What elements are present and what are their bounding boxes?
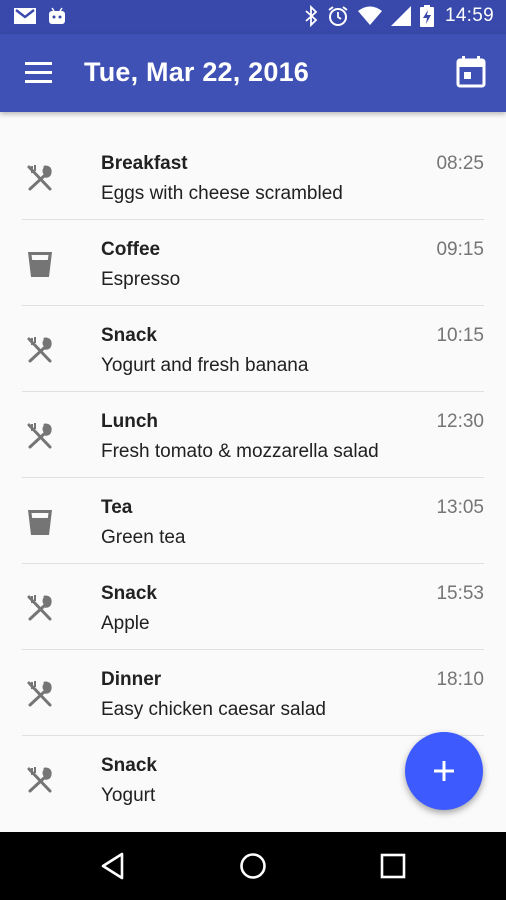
entry-description: Apple: [101, 613, 150, 634]
entry-description: Yogurt: [101, 785, 156, 806]
list-item[interactable]: Lunch Fresh tomato & mozzarella salad 12:3…: [0, 392, 506, 478]
entry-time: 15:53: [436, 583, 484, 604]
cutlery-icon: [24, 420, 56, 452]
entry-name: Lunch: [101, 411, 158, 432]
entry-description: Green tea: [101, 527, 186, 548]
menu-icon: [25, 62, 52, 83]
back-button[interactable]: [98, 850, 130, 882]
signal-icon: [390, 6, 411, 26]
cutlery-icon: [24, 592, 56, 624]
cup-icon: [24, 248, 56, 280]
entry-name: Snack: [101, 325, 157, 346]
calendar-button[interactable]: [456, 56, 486, 88]
cutlery-icon: [24, 334, 56, 366]
alarm-icon: [328, 6, 348, 26]
entry-time: 10:15: [436, 325, 484, 346]
entry-time: 09:15: [436, 239, 484, 260]
home-icon: [240, 853, 266, 879]
list-item[interactable]: Dinner Easy chicken caesar salad 18:10: [0, 650, 506, 736]
battery-charging-icon: [419, 5, 434, 27]
home-button[interactable]: [237, 850, 269, 882]
entry-description: Yogurt and fresh banana: [101, 355, 309, 376]
menu-button[interactable]: [24, 59, 54, 87]
status-bar: 14:59: [0, 0, 506, 34]
entry-description: Fresh tomato & mozzarella salad: [101, 441, 379, 462]
page-title: Tue, Mar 22, 2016: [84, 57, 310, 87]
list-item[interactable]: Snack Apple 15:53: [0, 564, 506, 650]
cutlery-icon: [24, 678, 56, 710]
entry-time: 08:25: [436, 153, 484, 174]
entry-name: Breakfast: [101, 153, 188, 174]
entry-name: Snack: [101, 583, 157, 604]
wifi-icon: [357, 6, 382, 25]
entry-description: Easy chicken caesar salad: [101, 699, 326, 720]
entry-name: Tea: [101, 497, 133, 518]
bluetooth-icon: [305, 5, 318, 27]
cutlery-icon: [24, 764, 56, 796]
list-item[interactable]: Coffee Espresso 09:15: [0, 220, 506, 306]
navigation-bar: [0, 832, 506, 900]
recents-button[interactable]: [377, 850, 409, 882]
list-item[interactable]: Snack Yogurt and fresh banana 10:15: [0, 306, 506, 392]
android-icon: [49, 7, 65, 24]
add-entry-button[interactable]: [405, 732, 483, 810]
cup-icon: [24, 506, 56, 538]
cutlery-icon: [24, 162, 56, 194]
status-time: 14:59: [444, 5, 494, 26]
list-item[interactable]: Tea Green tea 13:05: [0, 478, 506, 564]
entry-name: Snack: [101, 755, 157, 776]
entry-name: Dinner: [101, 669, 162, 690]
back-icon: [101, 852, 124, 880]
calendar-icon: [456, 56, 486, 88]
entry-time: 18:10: [436, 669, 484, 690]
recents-icon: [380, 853, 406, 879]
entry-list: Breakfast Eggs with cheese scrambled 08:25…: [0, 134, 506, 822]
entry-time: 12:30: [436, 411, 484, 432]
entry-description: Eggs with cheese scrambled: [101, 183, 343, 204]
list-item[interactable]: Breakfast Eggs with cheese scrambled 08:25: [0, 134, 506, 220]
gmail-icon: [14, 8, 36, 24]
app-bar: Tue, Mar 22, 2016: [0, 34, 506, 112]
entry-name: Coffee: [101, 239, 161, 260]
add-icon: [434, 761, 454, 781]
entry-time: 13:05: [436, 497, 484, 518]
entry-description: Espresso: [101, 269, 181, 290]
